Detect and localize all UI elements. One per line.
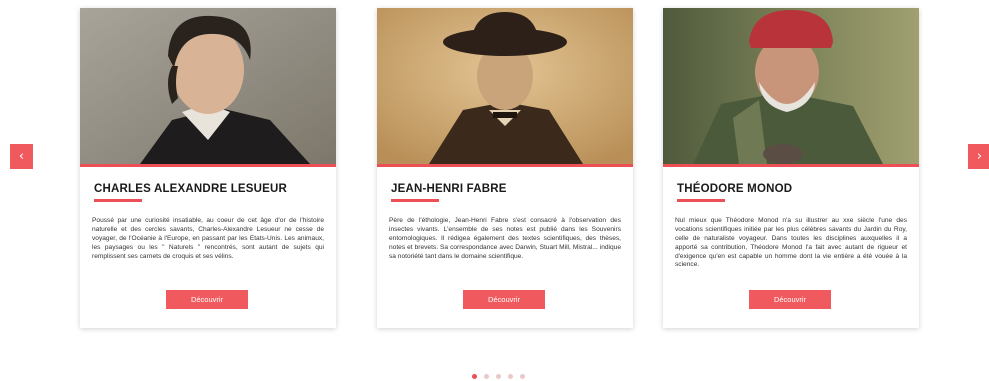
pagination-dot-2[interactable] — [484, 374, 489, 379]
portrait-image — [80, 8, 336, 167]
person-name: CHARLES ALEXANDRE LESUEUR — [94, 183, 288, 195]
discover-button[interactable]: Découvrir — [463, 290, 545, 309]
person-card: THÉODORE MONOD Nul mieux que Théodore Mo… — [663, 8, 919, 328]
carousel-prev-button[interactable]: ‹ — [10, 144, 33, 169]
carousel-next-button[interactable]: › — [968, 144, 989, 169]
discover-button[interactable]: Découvrir — [166, 290, 248, 309]
pagination-dot-5[interactable] — [520, 374, 525, 379]
person-card: CHARLES ALEXANDRE LESUEUR Poussé par une… — [80, 8, 336, 328]
title-underline — [94, 199, 142, 202]
title-underline — [391, 199, 439, 202]
person-name: THÉODORE MONOD — [677, 183, 793, 195]
title-underline — [677, 199, 725, 202]
person-description: Père de l'éthologie, Jean-Henri Fabre s'… — [389, 217, 621, 260]
chevron-right-icon: › — [976, 149, 983, 164]
chevron-left-icon: ‹ — [18, 149, 25, 164]
portrait-image — [663, 8, 919, 167]
person-description: Poussé par une curiosité insatiable, au … — [92, 217, 324, 260]
portrait-image — [377, 8, 633, 167]
pagination-dot-1[interactable] — [472, 374, 477, 379]
person-name: JEAN-HENRI FABRE — [391, 183, 507, 195]
carousel-pagination — [472, 374, 525, 379]
person-description: Nul mieux que Théodore Monod n'a su illu… — [675, 217, 907, 269]
discover-button[interactable]: Découvrir — [749, 290, 831, 309]
person-card: JEAN-HENRI FABRE Père de l'éthologie, Je… — [377, 8, 633, 328]
pagination-dot-3[interactable] — [496, 374, 501, 379]
pagination-dot-4[interactable] — [508, 374, 513, 379]
